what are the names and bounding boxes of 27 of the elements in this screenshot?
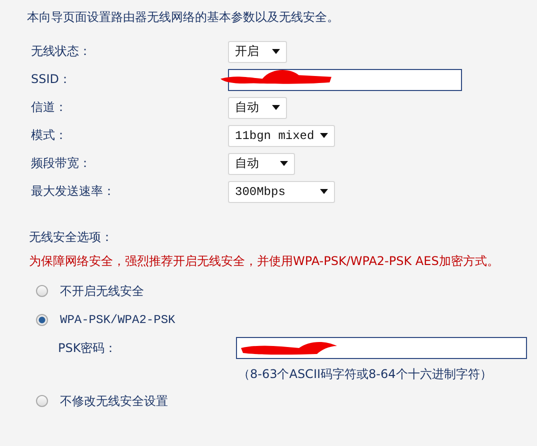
dropdown[interactable]: 开启 [228, 40, 287, 62]
dropdown[interactable]: 300Mbps [228, 180, 335, 202]
field-label: 最大发送速率： [31, 183, 116, 200]
caret-icon [272, 105, 280, 110]
option-label: WPA-PSK/WPA2-PSK [60, 313, 176, 327]
dropdown[interactable]: 自动 [228, 96, 287, 118]
field-label: 无线状态： [31, 43, 92, 60]
caret-icon [320, 189, 328, 194]
radio-button[interactable] [36, 285, 48, 297]
caret-icon [320, 133, 328, 138]
intro-text: 本向导页面设置路由器无线网络的基本参数以及无线安全。 [27, 9, 340, 26]
caret-icon [280, 161, 288, 166]
warning-text: 为保障网络安全，强烈推荐开启无线安全，并使用WPA-PSK/WPA2-PSK AES加密方式。 [29, 253, 500, 270]
caret-icon [272, 49, 280, 54]
section-title: 无线安全选项： [29, 229, 114, 246]
field-label: 模式： [31, 127, 68, 144]
field-label: SSID： [31, 71, 72, 88]
field-label: 频段带宽： [31, 155, 92, 172]
radio-button[interactable] [36, 314, 48, 326]
dropdown[interactable]: 11bgn mixed [228, 124, 335, 146]
radio-button[interactable] [36, 395, 48, 407]
hint-text: （8-63个ASCII码字符或8-64个十六进制字符） [238, 366, 493, 383]
field-label: PSK密码： [58, 340, 118, 356]
field-label: 信道： [31, 99, 68, 116]
option-label: 不开启无线安全 [60, 282, 144, 300]
dropdown[interactable]: 自动 [228, 152, 295, 174]
option-label: 不修改无线安全设置 [60, 392, 168, 410]
